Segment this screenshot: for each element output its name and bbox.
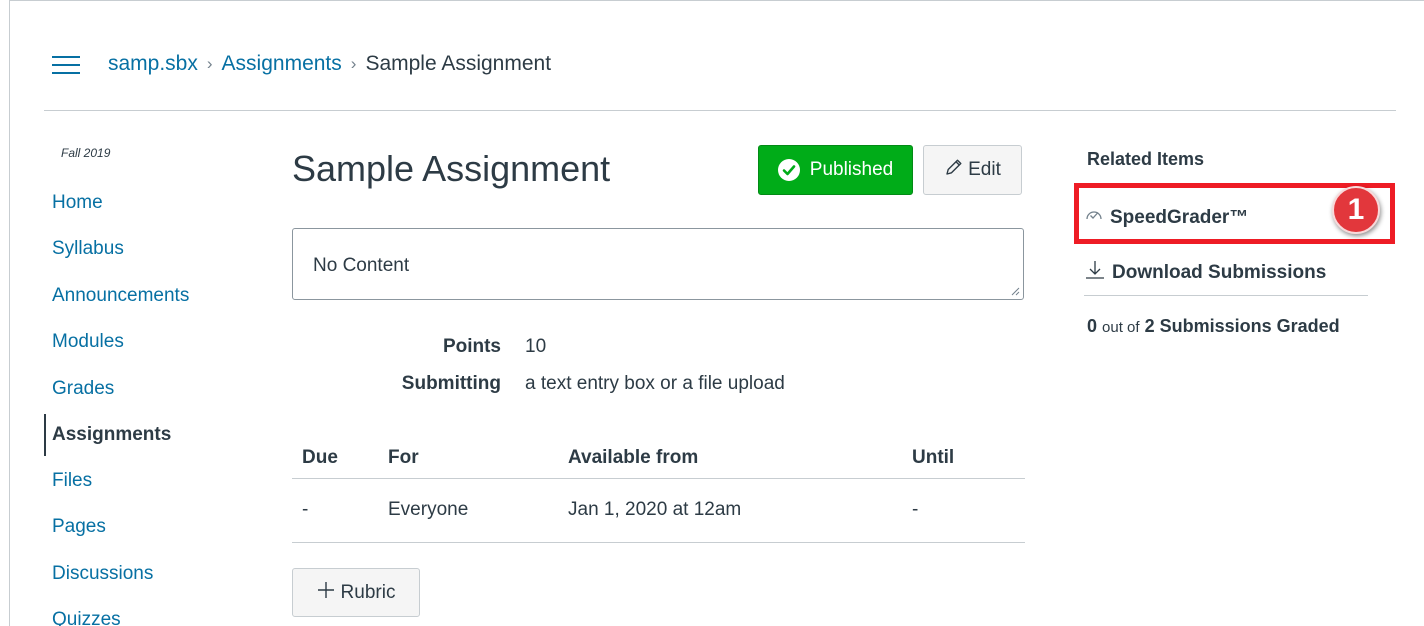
dates-table: Due For Available from Until - Everyone … bbox=[292, 432, 1025, 543]
for-cell: Everyone bbox=[388, 478, 568, 543]
nav-item-modules[interactable]: Modules bbox=[44, 319, 189, 365]
breadcrumb-current: Sample Assignment bbox=[365, 52, 552, 75]
term-label: Fall 2019 bbox=[61, 146, 111, 160]
submitting-row: Submitting a text entry box or a file up… bbox=[292, 373, 785, 395]
points-value: 10 bbox=[525, 336, 547, 357]
page-header: samp.sbx › Assignments › Sample Assignme… bbox=[44, 44, 1396, 111]
page-title: Sample Assignment bbox=[292, 148, 611, 189]
available-from-cell: Jan 1, 2020 at 12am bbox=[568, 478, 912, 543]
column-header-for: For bbox=[388, 432, 568, 479]
assignment-description: No Content bbox=[292, 228, 1024, 300]
breadcrumb-separator-icon: › bbox=[206, 54, 213, 73]
hamburger-menu-icon[interactable] bbox=[52, 56, 80, 74]
sidebar-divider bbox=[1084, 295, 1368, 296]
breadcrumb-separator-icon: › bbox=[350, 54, 357, 73]
table-row: - Everyone Jan 1, 2020 at 12am - bbox=[292, 478, 1025, 543]
table-header-row: Due For Available from Until bbox=[292, 432, 1025, 479]
nav-item-discussions[interactable]: Discussions bbox=[44, 551, 189, 597]
nav-item-syllabus[interactable]: Syllabus bbox=[44, 226, 189, 272]
column-header-available-from: Available from bbox=[568, 432, 912, 479]
download-label: Download Submissions bbox=[1112, 262, 1327, 283]
description-text: No Content bbox=[313, 255, 410, 276]
graded-total: 2 Submissions Graded bbox=[1144, 316, 1340, 336]
points-row: Points 10 bbox=[292, 336, 546, 358]
nav-item-quizzes[interactable]: Quizzes bbox=[44, 597, 189, 626]
nav-item-assignments[interactable]: Assignments bbox=[44, 413, 189, 456]
breadcrumb-assignments-link[interactable]: Assignments bbox=[222, 52, 342, 76]
nav-item-home[interactable]: Home bbox=[44, 180, 189, 226]
edit-button[interactable]: Edit bbox=[923, 145, 1022, 195]
column-header-due: Due bbox=[292, 432, 388, 479]
download-icon bbox=[1084, 259, 1106, 287]
nav-item-files[interactable]: Files bbox=[44, 458, 189, 504]
course-nav: Home Syllabus Announcements Modules Grad… bbox=[44, 180, 189, 626]
plus-icon bbox=[317, 581, 335, 605]
annotation-step-badge: 1 bbox=[1332, 186, 1380, 234]
nav-item-grades[interactable]: Grades bbox=[44, 366, 189, 412]
nav-item-pages[interactable]: Pages bbox=[44, 504, 189, 550]
rubric-label: Rubric bbox=[340, 581, 396, 603]
edit-label: Edit bbox=[968, 159, 1001, 180]
pencil-icon bbox=[944, 157, 964, 183]
until-cell: - bbox=[912, 478, 1025, 543]
published-button[interactable]: Published bbox=[758, 145, 913, 195]
breadcrumb-course-link[interactable]: samp.sbx bbox=[108, 52, 198, 76]
breadcrumb: samp.sbx › Assignments › Sample Assignme… bbox=[108, 52, 551, 76]
graded-summary: 0 out of 2 Submissions Graded bbox=[1087, 316, 1340, 337]
nav-item-announcements[interactable]: Announcements bbox=[44, 273, 189, 319]
submitting-value: a text entry box or a file upload bbox=[525, 373, 785, 394]
download-submissions-link[interactable]: Download Submissions bbox=[1084, 259, 1326, 287]
published-label: Published bbox=[809, 159, 894, 180]
add-rubric-button[interactable]: Rubric bbox=[292, 568, 420, 617]
resize-grip-icon[interactable] bbox=[1010, 286, 1020, 296]
graded-count: 0 bbox=[1087, 316, 1098, 336]
column-header-until: Until bbox=[912, 432, 1025, 479]
points-label: Points bbox=[442, 336, 501, 357]
graded-of-text: out of bbox=[1102, 319, 1140, 336]
check-circle-icon bbox=[777, 159, 800, 181]
related-items-heading: Related Items bbox=[1087, 149, 1205, 169]
due-cell: - bbox=[292, 478, 388, 543]
submitting-label: Submitting bbox=[401, 373, 501, 394]
